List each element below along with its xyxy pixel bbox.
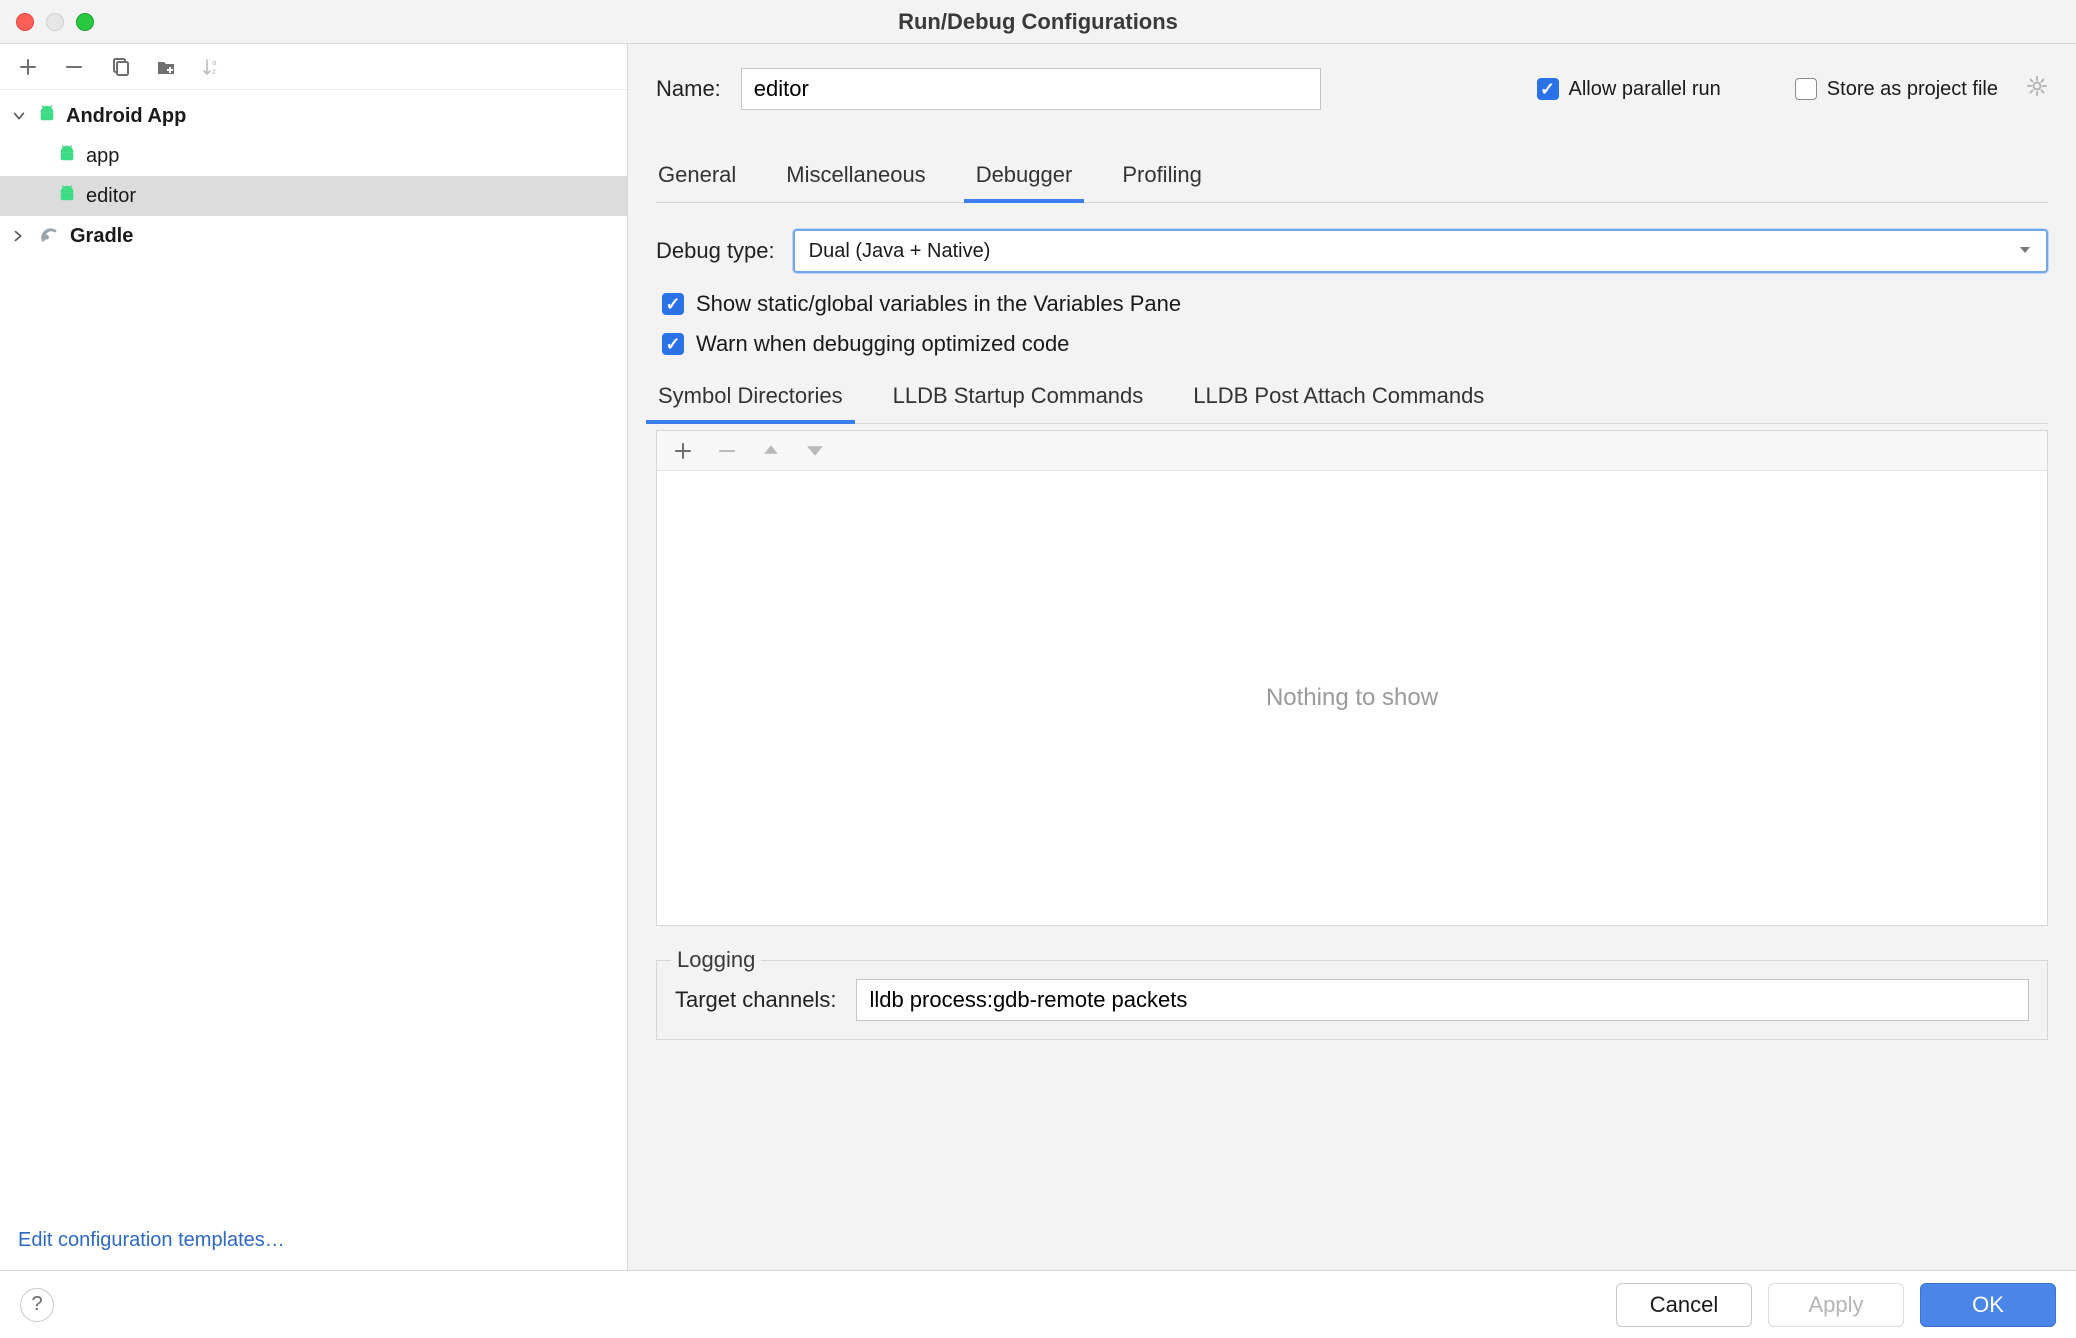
tree-node-android-app[interactable]: Android App: [0, 96, 627, 136]
tree-node-gradle[interactable]: Gradle: [0, 216, 627, 256]
tree-node-app[interactable]: app: [0, 136, 627, 176]
android-icon: [36, 104, 58, 128]
edit-templates-link[interactable]: Edit configuration templates…: [18, 1229, 285, 1251]
sidebar-footer: Edit configuration templates…: [0, 1215, 627, 1270]
target-channels-label: Target channels:: [675, 987, 836, 1013]
checkbox-icon: [1795, 78, 1817, 100]
subtab-lldb-post-attach-commands[interactable]: LLDB Post Attach Commands: [1191, 375, 1486, 423]
symbol-directories-toolbar: [657, 431, 2047, 471]
titlebar: Run/Debug Configurations: [0, 0, 2076, 44]
target-channels-input[interactable]: [856, 979, 2029, 1021]
name-row: Name: Allow parallel run Store as projec…: [656, 68, 2048, 110]
allow-parallel-run-checkbox[interactable]: Allow parallel run: [1537, 78, 1721, 101]
name-input[interactable]: [741, 68, 1321, 110]
main-panel: Name: Allow parallel run Store as projec…: [628, 44, 2076, 1270]
subtab-lldb-startup-commands[interactable]: LLDB Startup Commands: [891, 375, 1146, 423]
chevron-down-icon: [2018, 240, 2032, 263]
window-controls: [16, 13, 94, 31]
remove-dir-button: [715, 439, 739, 463]
move-down-button: [803, 439, 827, 463]
tree-node-label: app: [86, 145, 119, 168]
checkbox-checked-icon: [662, 333, 684, 355]
copy-configuration-button[interactable]: [108, 55, 132, 79]
config-tabs: General Miscellaneous Debugger Profiling: [656, 154, 2048, 203]
symbol-directories-panel: Nothing to show: [656, 430, 2048, 926]
remove-configuration-button[interactable]: [62, 55, 86, 79]
save-to-folder-button[interactable]: [154, 55, 178, 79]
select-value: Dual (Java + Native): [809, 240, 991, 263]
android-icon: [56, 184, 78, 208]
chevron-right-icon: [10, 227, 28, 245]
debug-type-row: Debug type: Dual (Java + Native): [656, 229, 2048, 273]
tab-miscellaneous[interactable]: Miscellaneous: [784, 154, 927, 202]
help-button[interactable]: ?: [20, 1288, 54, 1322]
subtab-symbol-directories[interactable]: Symbol Directories: [656, 375, 845, 423]
chevron-down-icon: [10, 107, 28, 125]
maximize-window-button[interactable]: [76, 13, 94, 31]
sort-button: [200, 55, 224, 79]
symbol-directories-empty: Nothing to show: [657, 471, 2047, 925]
checkbox-label: Store as project file: [1827, 78, 1998, 101]
tree-node-label: Android App: [66, 105, 186, 128]
checkbox-label: Warn when debugging optimized code: [696, 331, 1069, 357]
window-title: Run/Debug Configurations: [0, 9, 2076, 35]
debugger-subtabs: Symbol Directories LLDB Startup Commands…: [656, 375, 2048, 424]
tab-profiling[interactable]: Profiling: [1120, 154, 1203, 202]
name-label: Name:: [656, 76, 721, 102]
gear-icon[interactable]: [2026, 75, 2048, 103]
warn-optimized-checkbox[interactable]: Warn when debugging optimized code: [662, 331, 2048, 357]
move-up-button: [759, 439, 783, 463]
tree-node-editor[interactable]: editor: [0, 176, 627, 216]
logging-fieldset: Logging Target channels:: [656, 960, 2048, 1040]
sidebar: Android App app editor Gradle Edit confi…: [0, 44, 628, 1270]
ok-button[interactable]: OK: [1920, 1283, 2056, 1327]
dialog-buttons: ? Cancel Apply OK: [0, 1270, 2076, 1338]
logging-legend: Logging: [671, 947, 761, 973]
tab-general[interactable]: General: [656, 154, 738, 202]
debug-type-label: Debug type:: [656, 238, 775, 264]
cancel-button[interactable]: Cancel: [1616, 1283, 1752, 1327]
debug-type-select[interactable]: Dual (Java + Native): [793, 229, 2048, 273]
tab-debugger[interactable]: Debugger: [974, 154, 1075, 202]
add-dir-button[interactable]: [671, 439, 695, 463]
android-icon: [56, 144, 78, 168]
checkbox-checked-icon: [662, 293, 684, 315]
tree-node-label: Gradle: [70, 225, 133, 248]
sidebar-toolbar: [0, 44, 627, 90]
store-as-project-file-checkbox[interactable]: Store as project file: [1795, 78, 1998, 101]
minimize-window-button[interactable]: [46, 13, 64, 31]
show-static-checkbox[interactable]: Show static/global variables in the Vari…: [662, 291, 2048, 317]
configurations-tree: Android App app editor Gradle: [0, 90, 627, 1215]
checkbox-checked-icon: [1537, 78, 1559, 100]
add-configuration-button[interactable]: [16, 55, 40, 79]
checkbox-label: Allow parallel run: [1569, 78, 1721, 101]
checkbox-label: Show static/global variables in the Vari…: [696, 291, 1181, 317]
close-window-button[interactable]: [16, 13, 34, 31]
gradle-icon: [36, 223, 62, 249]
apply-button: Apply: [1768, 1283, 1904, 1327]
tree-node-label: editor: [86, 185, 136, 208]
